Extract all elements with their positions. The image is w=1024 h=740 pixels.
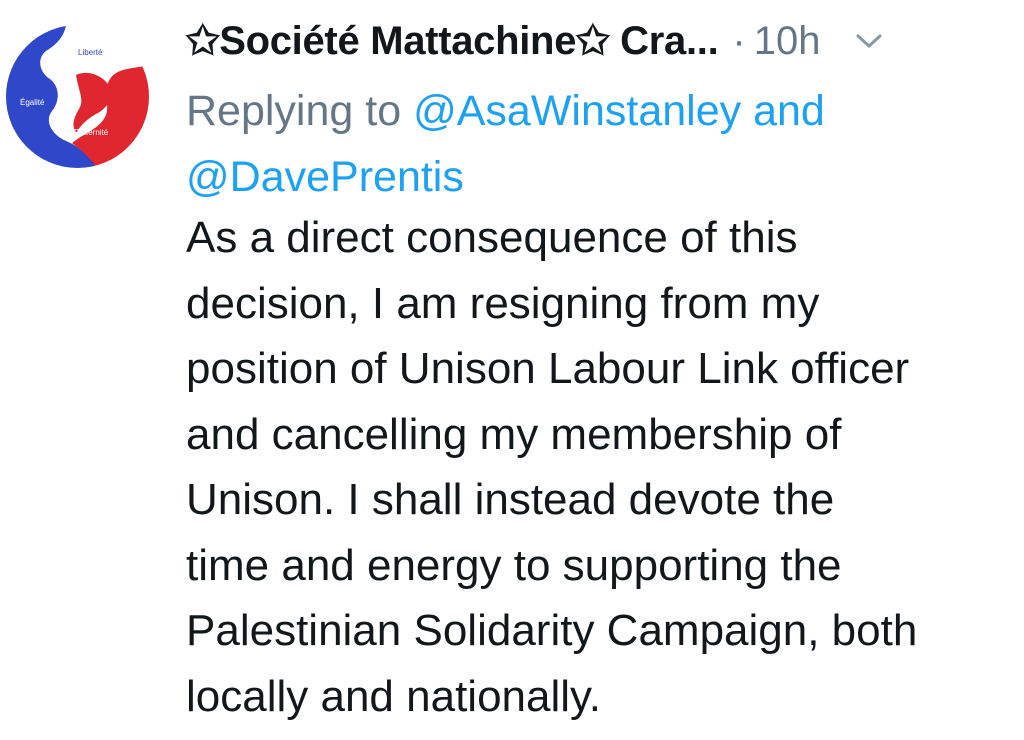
chevron-down-icon[interactable] xyxy=(855,32,883,50)
avatar[interactable]: Liberté Égalité Fraternité xyxy=(6,25,149,168)
tweet-text-line: time and energy to supporting the xyxy=(186,540,842,590)
tweet-text-line: As a direct consequence of this xyxy=(186,213,798,262)
tweet-text-line: and cancelling my membership of xyxy=(186,409,842,459)
tweet-header: ✩Société Mattachine✩ Cra... · 10h xyxy=(186,14,1016,68)
avatar-liberte-text: Liberté xyxy=(78,48,103,57)
tweet-timestamp[interactable]: 10h xyxy=(754,19,821,64)
author-name[interactable]: ✩Société Mattachine✩ Cra... xyxy=(186,18,719,64)
tweet-text-line: position of Unison Labour Link officer xyxy=(186,344,910,393)
avatar-fraternite-text: Fraternité xyxy=(74,128,109,137)
tweet-text-line: Unison. I shall instead devote the xyxy=(186,475,835,524)
tweet-text-line: Palestinian Solidarity Campaign, both xyxy=(186,606,918,655)
mention-link-asawinstanley[interactable]: @AsaWinstanley xyxy=(413,87,741,135)
mention-link-daveprentis[interactable]: @DavePrentis xyxy=(186,153,464,201)
replying-to-label: Replying to xyxy=(186,87,402,135)
mention-conjunction[interactable]: and xyxy=(753,87,825,135)
tweet-text-line: locally and nationally. xyxy=(186,671,601,721)
tweet-text-line: decision, I am resigning from my xyxy=(186,278,820,328)
tweet-body: As a direct consequence of this decision… xyxy=(186,205,1016,729)
header-separator: · xyxy=(732,18,746,63)
tricolor-puzzle-logo-icon: Liberté Égalité Fraternité xyxy=(6,25,149,168)
avatar-egalite-text: Égalité xyxy=(20,98,45,107)
replying-to: Replying to @AsaWinstanley and @DavePren… xyxy=(186,78,1016,210)
